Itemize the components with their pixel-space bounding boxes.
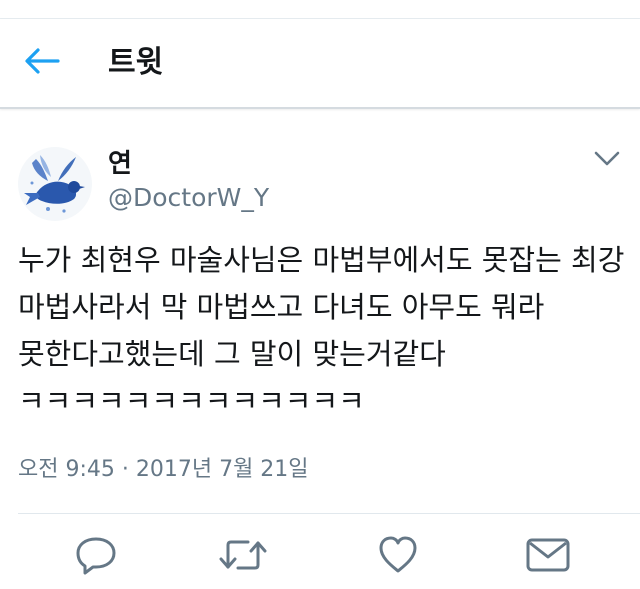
divider — [18, 513, 640, 514]
back-button[interactable] — [20, 45, 64, 81]
avatar[interactable] — [18, 147, 92, 221]
direct-message-button[interactable] — [520, 529, 576, 585]
envelope-icon — [525, 535, 571, 579]
chevron-down-icon — [594, 151, 620, 171]
status-bar-remnant — [0, 0, 640, 19]
arrow-left-icon — [24, 47, 60, 79]
reply-icon — [74, 533, 118, 581]
tweet-text: 누가 최현우 마술사님은 마법부에서도 못잡는 최강 마법사라서 막 마법쓰고 … — [18, 243, 634, 418]
heart-icon — [376, 533, 420, 581]
retweet-icon — [218, 533, 268, 581]
tweet-actions-bar — [0, 529, 640, 589]
tweet-detail-screen: 트윗 연 @DoctorW_Y 누가 최현우 마술사님은 마법부에서도 못잡는 … — [0, 0, 640, 589]
user-handle[interactable]: @DoctorW_Y — [108, 181, 269, 215]
like-button[interactable] — [370, 529, 426, 585]
display-name[interactable]: 연 — [108, 147, 132, 181]
blue-bird-avatar-icon — [18, 147, 92, 221]
reply-button[interactable] — [68, 529, 124, 585]
tweet-timestamp[interactable]: 오전 9:45 · 2017년 7월 21일 — [18, 455, 309, 485]
more-options-button[interactable] — [590, 147, 624, 175]
page-title: 트윗 — [108, 45, 164, 80]
retweet-button[interactable] — [215, 529, 271, 585]
top-navigation-bar: 트윗 — [0, 19, 640, 109]
